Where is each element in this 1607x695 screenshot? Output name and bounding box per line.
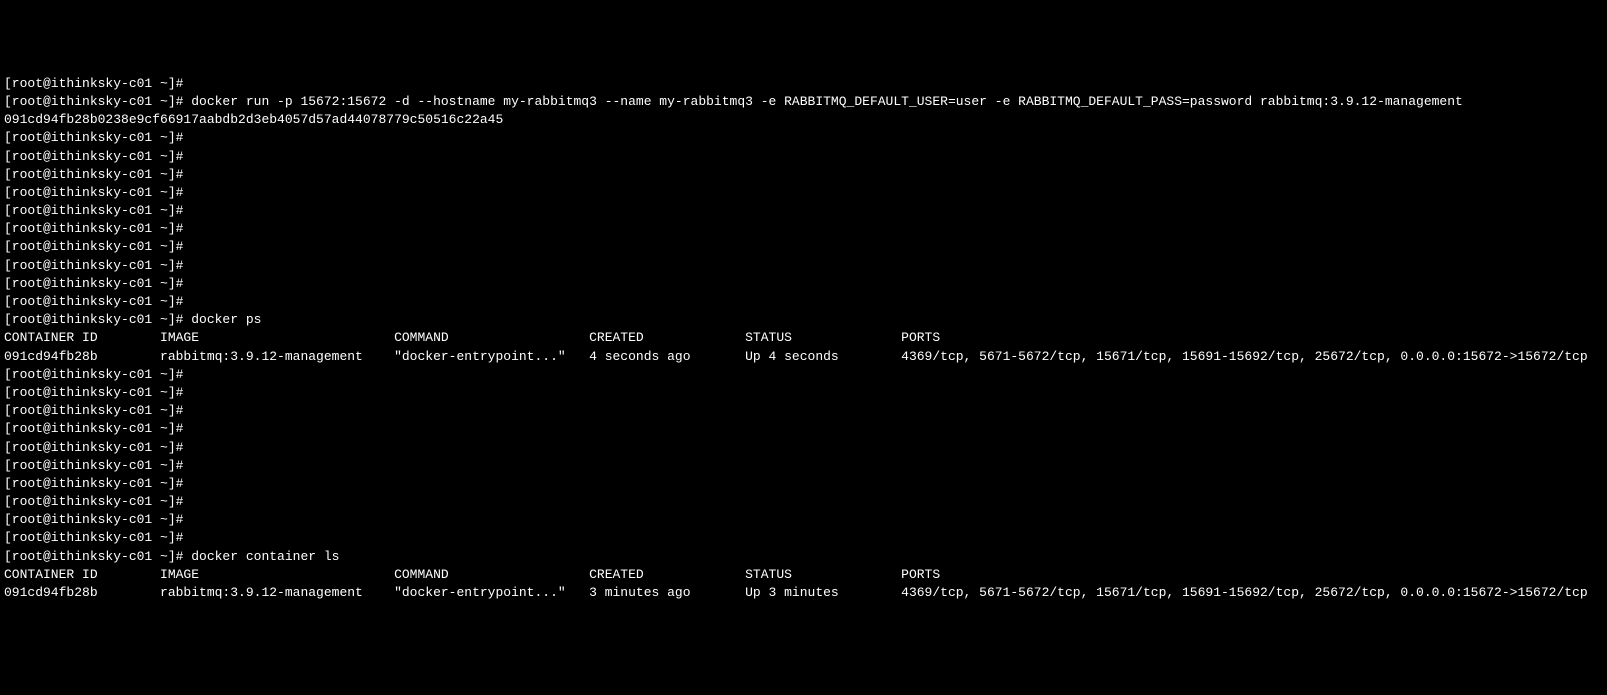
terminal-line: [root@ithinksky-c01 ~]# — [4, 148, 1603, 166]
terminal-line: [root@ithinksky-c01 ~]# — [4, 420, 1603, 438]
terminal-line: [root@ithinksky-c01 ~]# docker ps — [4, 311, 1603, 329]
terminal-line: CONTAINER ID IMAGE COMMAND CREATED STATU… — [4, 566, 1603, 584]
terminal-line: 091cd94fb28b rabbitmq:3.9.12-management … — [4, 348, 1603, 366]
terminal-line: [root@ithinksky-c01 ~]# — [4, 366, 1603, 384]
terminal-line: [root@ithinksky-c01 ~]# — [4, 257, 1603, 275]
terminal-line: [root@ithinksky-c01 ~]# — [4, 238, 1603, 256]
terminal-line: [root@ithinksky-c01 ~]# docker container… — [4, 548, 1603, 566]
terminal-line: 091cd94fb28b0238e9cf66917aabdb2d3eb4057d… — [4, 111, 1603, 129]
terminal-line: CONTAINER ID IMAGE COMMAND CREATED STATU… — [4, 329, 1603, 347]
terminal-line: [root@ithinksky-c01 ~]# — [4, 511, 1603, 529]
terminal-output[interactable]: [root@ithinksky-c01 ~]# [root@ithinksky-… — [0, 73, 1607, 604]
terminal-line: [root@ithinksky-c01 ~]# — [4, 184, 1603, 202]
terminal-line: [root@ithinksky-c01 ~]# — [4, 166, 1603, 184]
terminal-line: [root@ithinksky-c01 ~]# — [4, 475, 1603, 493]
terminal-line: [root@ithinksky-c01 ~]# — [4, 275, 1603, 293]
terminal-line: [root@ithinksky-c01 ~]# — [4, 439, 1603, 457]
terminal-line: [root@ithinksky-c01 ~]# — [4, 293, 1603, 311]
terminal-line: [root@ithinksky-c01 ~]# — [4, 457, 1603, 475]
terminal-line: [root@ithinksky-c01 ~]# — [4, 202, 1603, 220]
terminal-line: [root@ithinksky-c01 ~]# — [4, 384, 1603, 402]
terminal-line: [root@ithinksky-c01 ~]# docker run -p 15… — [4, 93, 1603, 111]
terminal-line: [root@ithinksky-c01 ~]# — [4, 129, 1603, 147]
terminal-line: [root@ithinksky-c01 ~]# — [4, 493, 1603, 511]
terminal-line: [root@ithinksky-c01 ~]# — [4, 220, 1603, 238]
terminal-line: [root@ithinksky-c01 ~]# — [4, 402, 1603, 420]
terminal-line: [root@ithinksky-c01 ~]# — [4, 75, 1603, 93]
terminal-line: [root@ithinksky-c01 ~]# — [4, 529, 1603, 547]
terminal-line: 091cd94fb28b rabbitmq:3.9.12-management … — [4, 584, 1603, 602]
